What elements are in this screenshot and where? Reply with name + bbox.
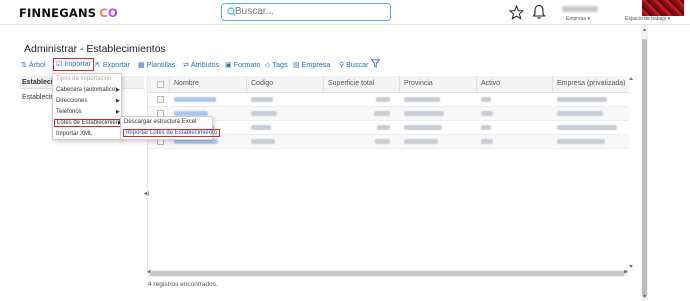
redacted-cell: [375, 139, 390, 144]
submenu-arrow-icon: ▶: [116, 98, 120, 104]
redacted-cell: [374, 111, 390, 116]
lotes-submenu: Descargar estructura Excel Importar Lote…: [120, 116, 221, 140]
menu-item-direcciones[interactable]: Direcciones ▶: [56, 98, 120, 104]
redacted-cell: [557, 139, 605, 144]
row-checkbox[interactable]: [157, 96, 164, 103]
format-icon: ▣: [225, 62, 232, 69]
redacted-cell: [404, 97, 440, 102]
tag-icon: ◇: [265, 62, 271, 69]
redacted-cell: [251, 97, 273, 102]
scroll-down-arrow[interactable]: ▼: [642, 294, 647, 300]
format-button[interactable]: ▣ Formato: [225, 60, 260, 69]
submenu-arrow-icon: ▶: [116, 87, 120, 93]
submenu-arrow-icon: ▶: [116, 109, 120, 115]
redacted-cell: [481, 111, 493, 116]
filter-icon[interactable]: [371, 59, 380, 68]
scroll-thumb[interactable]: [150, 271, 624, 276]
menu-item-descargar-estructura[interactable]: Descargar estructura Excel: [124, 119, 196, 125]
user-avatar[interactable]: [642, 0, 684, 16]
redacted-cell: [404, 111, 444, 116]
tree-button[interactable]: ⇅ Árbol: [21, 60, 46, 69]
column-header-superficie[interactable]: Superficie total: [328, 80, 374, 87]
page-scrollbar[interactable]: ▲ ▼: [641, 25, 648, 301]
workspace-label[interactable]: Espacio de trabajo ▾: [625, 16, 670, 22]
select-all-checkbox[interactable]: [157, 81, 164, 88]
empresa-selector[interactable]: [562, 6, 598, 12]
import-menu: Tipos de importacion Cabecera (automatic…: [52, 73, 128, 140]
favorites-star-icon[interactable]: [509, 5, 524, 20]
menu-item-telefonos[interactable]: Telefonos ▶: [56, 109, 120, 115]
grid-header: Nombre Codigo Superficie total Provincia…: [148, 76, 629, 93]
redacted-cell: [481, 125, 491, 130]
redacted-cell: [251, 125, 271, 130]
column-header-provincia[interactable]: Provincia: [404, 80, 433, 87]
redacted-cell: [404, 139, 438, 144]
search-placeholder: Buscar...: [235, 6, 274, 17]
empresa-label[interactable]: Empresa ▾: [566, 16, 590, 22]
templates-icon: ▦: [138, 62, 145, 69]
table-row[interactable]: [148, 107, 629, 121]
column-header-empresa[interactable]: Empresa (privatizada): [557, 80, 625, 87]
tags-button[interactable]: ◇ Tags: [265, 60, 288, 69]
redacted-cell: [376, 97, 390, 102]
menu-item-importar-xml[interactable]: Importar XML: [56, 131, 92, 137]
attributes-icon: ⇄: [183, 62, 189, 69]
redacted-cell[interactable]: [174, 97, 216, 102]
company-icon: ▤: [293, 62, 300, 69]
menu-item-import-types: Tipos de importacion: [56, 76, 112, 82]
brand-suffix: CO: [99, 6, 118, 20]
redacted-cell: [557, 97, 607, 102]
tree-icon: ⇅: [21, 62, 27, 69]
page-scroll-thumb[interactable]: [642, 39, 647, 297]
table-row[interactable]: [148, 121, 629, 135]
brand-name: FINNEGANS: [19, 6, 97, 20]
table-row[interactable]: [148, 93, 629, 107]
column-header-nombre[interactable]: Nombre: [174, 80, 199, 87]
menu-item-importar-lotes[interactable]: Importar Lotes de Establecimiento: [123, 129, 221, 137]
import-button[interactable]: ☑ Importar: [53, 58, 95, 71]
records-count: 4 registros encontrados.: [148, 281, 218, 288]
global-search-input[interactable]: Buscar...: [221, 3, 391, 21]
attributes-button[interactable]: ⇄ Atributos: [183, 60, 219, 69]
data-grid: Nombre Codigo Superficie total Provincia…: [147, 76, 629, 270]
redacted-cell: [481, 97, 491, 102]
menu-item-lotes[interactable]: Lotes de Establecimiento▶: [54, 119, 128, 127]
redacted-cell: [557, 111, 603, 116]
scroll-up-arrow[interactable]: ▲: [642, 27, 647, 33]
redacted-cell: [404, 125, 442, 130]
notifications-bell-icon[interactable]: [532, 4, 546, 20]
redacted-cell: [481, 139, 493, 144]
page-title: Administrar - Establecimientos: [24, 43, 166, 55]
import-icon: ☑: [56, 61, 63, 68]
brand-logo[interactable]: FINNEGANS CO: [19, 6, 118, 20]
templates-button[interactable]: ▦ Plantillas: [138, 60, 175, 69]
scroll-right-arrow[interactable]: ▶: [624, 269, 628, 275]
export-icon: ⇱: [95, 62, 101, 69]
top-bar: FINNEGANS CO Buscar... Empresa ▾ Espacio …: [0, 0, 690, 25]
grid-vertical-scrollbar[interactable]: [628, 76, 634, 270]
export-button[interactable]: ⇱ Exportar: [95, 60, 130, 69]
search-button[interactable]: ⚲ Buscar: [339, 60, 369, 69]
redacted-cell: [251, 111, 277, 116]
redacted-cell: [251, 139, 275, 144]
column-header-codigo[interactable]: Codigo: [251, 80, 273, 87]
redacted-cell: [377, 125, 390, 130]
magnifier-icon: ⚲: [339, 62, 345, 69]
menu-item-cabecera[interactable]: Cabecera (automatico) ▶: [56, 87, 120, 93]
table-row[interactable]: [148, 135, 629, 149]
column-header-activo[interactable]: Activo: [481, 80, 500, 87]
redacted-cell: [557, 125, 617, 130]
company-button[interactable]: ▤ Empresa: [293, 60, 330, 69]
grid-horizontal-scrollbar[interactable]: ◀ ▶: [147, 269, 628, 277]
